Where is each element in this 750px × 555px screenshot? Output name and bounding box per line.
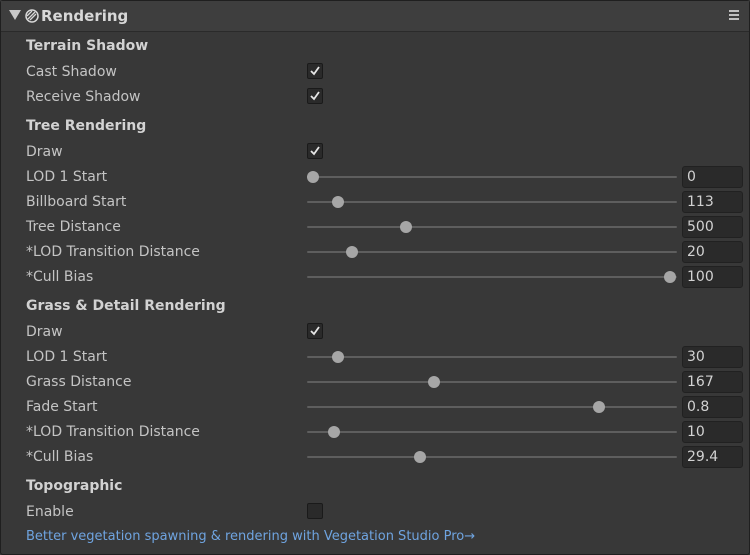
tree-tree-distance-field[interactable]: 500 bbox=[682, 216, 743, 238]
receive-shadow-checkbox[interactable] bbox=[307, 88, 323, 104]
tree-draw-label: Draw bbox=[26, 144, 63, 160]
tree-lod-1-start-slider-handle[interactable] bbox=[307, 171, 319, 183]
section-terrain-shadow: Terrain Shadow bbox=[26, 38, 149, 54]
grass-grass-distance-field[interactable]: 167 bbox=[682, 371, 743, 393]
grass-lod-1-start-label: LOD 1 Start bbox=[26, 349, 108, 365]
tree-cull-bias-slider[interactable] bbox=[307, 276, 677, 278]
vegetation-studio-pro-link[interactable]: Better vegetation spawning & rendering w… bbox=[26, 529, 475, 544]
rendering-panel: Rendering Terrain Shadow Cast Shadow Rec… bbox=[0, 0, 750, 555]
tree-billboard-start-slider-handle[interactable] bbox=[331, 196, 344, 208]
tree-lod-transition-distance-slider[interactable] bbox=[307, 251, 677, 253]
grass-grass-distance-label: Grass Distance bbox=[26, 374, 132, 390]
grass-lod-transition-distance-field[interactable]: 10 bbox=[682, 421, 743, 443]
grass-cull-bias-field[interactable]: 29.4 bbox=[682, 446, 743, 468]
checkmark-icon bbox=[310, 326, 320, 336]
panel-title: Rendering bbox=[41, 7, 129, 25]
grass-fade-start-slider[interactable] bbox=[307, 406, 677, 408]
tree-billboard-start-label: Billboard Start bbox=[26, 194, 127, 210]
hamburger-menu-icon[interactable] bbox=[729, 10, 739, 20]
grass-fade-start-label: Fade Start bbox=[26, 399, 98, 415]
tree-lod-1-start-slider[interactable] bbox=[307, 176, 677, 178]
panel-header[interactable]: Rendering bbox=[1, 1, 749, 32]
tree-cull-bias-field[interactable]: 100 bbox=[682, 266, 743, 288]
grass-draw-label: Draw bbox=[26, 324, 63, 340]
tree-billboard-start-field[interactable]: 113 bbox=[682, 191, 743, 213]
grass-cull-bias-slider[interactable] bbox=[307, 456, 677, 458]
grass-lod-1-start-slider-handle[interactable] bbox=[331, 351, 344, 363]
topographic-enable-checkbox[interactable] bbox=[307, 503, 323, 519]
grass-lod-transition-distance-slider[interactable] bbox=[307, 431, 677, 433]
tree-tree-distance-slider-handle[interactable] bbox=[399, 221, 412, 233]
foldout-arrow-icon[interactable] bbox=[9, 10, 21, 20]
tree-lod-1-start-field[interactable]: 0 bbox=[682, 166, 743, 188]
grass-fade-start-field[interactable]: 0.8 bbox=[682, 396, 743, 418]
grass-lod-1-start-field[interactable]: 30 bbox=[682, 346, 743, 368]
tree-lod-transition-distance-label: *LOD Transition Distance bbox=[26, 244, 200, 260]
tree-tree-distance-label: Tree Distance bbox=[26, 219, 121, 235]
grass-lod-transition-distance-slider-handle[interactable] bbox=[328, 426, 341, 438]
grass-draw-checkbox[interactable] bbox=[307, 323, 323, 339]
tree-billboard-start-slider[interactable] bbox=[307, 201, 677, 203]
tree-lod-transition-distance-slider-handle[interactable] bbox=[346, 246, 359, 258]
tree-cull-bias-label: *Cull Bias bbox=[26, 269, 94, 285]
tree-lod-transition-distance-field[interactable]: 20 bbox=[682, 241, 743, 263]
section-tree-rendering: Tree Rendering bbox=[26, 118, 147, 134]
grass-lod-transition-distance-label: *LOD Transition Distance bbox=[26, 424, 200, 440]
grass-grass-distance-slider-handle[interactable] bbox=[428, 376, 441, 388]
checkmark-icon bbox=[310, 66, 320, 76]
tree-lod-1-start-label: LOD 1 Start bbox=[26, 169, 108, 185]
tree-cull-bias-slider-handle[interactable] bbox=[664, 271, 676, 283]
rendering-component-icon bbox=[25, 9, 39, 23]
checkmark-icon bbox=[310, 91, 320, 101]
topographic-enable-label: Enable bbox=[26, 504, 74, 520]
tree-tree-distance-slider[interactable] bbox=[307, 226, 677, 228]
section-grass-detail-rendering: Grass & Detail Rendering bbox=[26, 298, 226, 314]
checkmark-icon bbox=[310, 146, 320, 156]
grass-cull-bias-label: *Cull Bias bbox=[26, 449, 94, 465]
grass-grass-distance-slider[interactable] bbox=[307, 381, 677, 383]
receive-shadow-label: Receive Shadow bbox=[26, 89, 141, 105]
tree-draw-checkbox[interactable] bbox=[307, 143, 323, 159]
grass-fade-start-slider-handle[interactable] bbox=[592, 401, 605, 413]
section-topographic: Topographic bbox=[26, 478, 123, 494]
cast-shadow-label: Cast Shadow bbox=[26, 64, 117, 80]
cast-shadow-checkbox[interactable] bbox=[307, 63, 323, 79]
grass-lod-1-start-slider[interactable] bbox=[307, 356, 677, 358]
grass-cull-bias-slider-handle[interactable] bbox=[414, 451, 427, 463]
